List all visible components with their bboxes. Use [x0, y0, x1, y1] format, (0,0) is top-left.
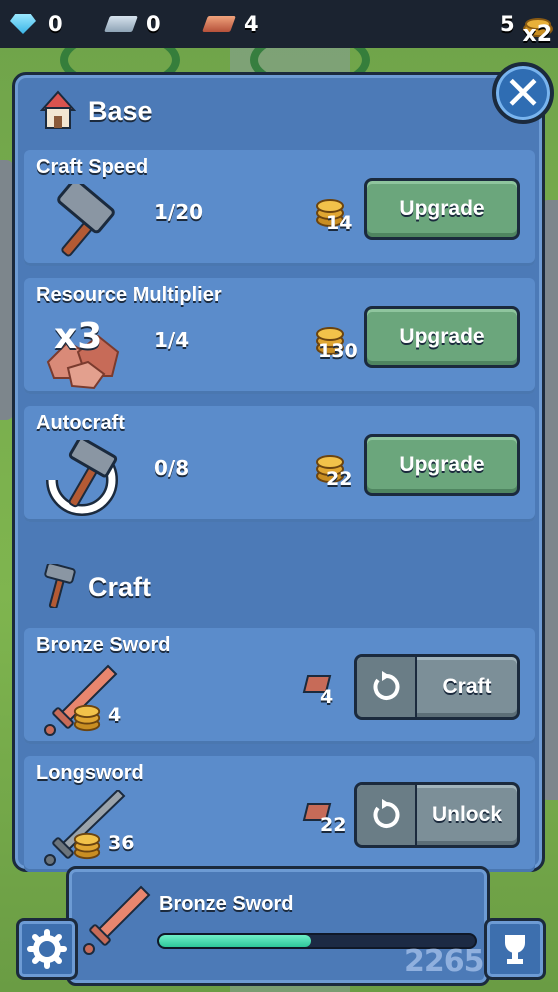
upgrade-name: Autocraft [36, 412, 125, 434]
item-name: Bronze Sword [36, 634, 171, 656]
upgrade-level: 0/8 [154, 456, 190, 480]
resource-bar: 0 0 4 5 x2 [0, 0, 558, 48]
craft-item-longsword: Longsword 36 22 Unlock [24, 756, 535, 872]
craft-progress-fill [159, 935, 311, 947]
upgrade-name: Craft Speed [36, 156, 149, 178]
unlock-button-label: Unlock [431, 803, 502, 826]
upgrade-button[interactable]: Upgrade [364, 434, 520, 496]
upgrade-cost: 22 [326, 468, 353, 490]
current-craft-name: Bronze Sword [159, 893, 294, 915]
upgrade-cost: 130 [318, 340, 358, 362]
hammer-icon [57, 184, 115, 257]
upgrade-card-craft-speed: Craft Speed 1/20 14 Upgrade [24, 150, 535, 266]
copper-counter: 4 [202, 9, 259, 39]
craft-item-bronze-sword: Bronze Sword 4 4 Craft [24, 628, 535, 744]
item-value: 36 [108, 832, 135, 854]
bronze-sword-icon [83, 885, 151, 955]
item-name: Longsword [36, 762, 144, 784]
gem-count: 0 [48, 12, 63, 36]
gem-icon [8, 9, 38, 39]
ore-cost: 22 [320, 814, 347, 836]
copper-ingot-icon [202, 9, 236, 39]
iron-ingot-icon [104, 9, 138, 39]
item-value: 4 [108, 704, 122, 726]
upgrade-button[interactable]: Upgrade [364, 178, 520, 240]
craft-button-label: Craft [442, 675, 492, 698]
close-button[interactable]: ✕ [492, 62, 554, 124]
refresh-icon [357, 785, 417, 845]
watermark: 2265 [404, 944, 484, 979]
upgrade-name: Resource Multiplier [36, 284, 222, 306]
hammer-icon [44, 564, 76, 608]
coin-stack-icon [73, 704, 101, 732]
trophy-icon [505, 935, 525, 964]
refresh-icon [357, 657, 417, 717]
upgrade-level: 1/20 [154, 200, 204, 224]
upgrade-level: 1/4 [154, 328, 190, 352]
multiplier-label: x3 [54, 316, 103, 357]
craft-button[interactable]: Craft [354, 654, 520, 720]
coin-count: 5 [500, 12, 515, 36]
autocraft-icon [46, 440, 118, 516]
gear-icon [27, 929, 67, 969]
upgrade-card-autocraft: Autocraft 0/8 22 Upgrade [24, 406, 535, 522]
ore-cost: 4 [320, 686, 334, 708]
close-icon: ✕ [503, 66, 543, 120]
upgrade-button[interactable]: Upgrade [364, 306, 520, 368]
craft-section-title: Craft [88, 572, 152, 602]
trophy-button[interactable] [484, 918, 546, 980]
coin-stack-icon [73, 832, 101, 860]
iron-counter: 0 [104, 9, 161, 39]
gem-counter: 0 [8, 9, 63, 39]
iron-count: 0 [146, 12, 161, 36]
upgrade-card-resource-multiplier: Resource Multiplier x3 1/4 130 Upgrade [24, 278, 535, 394]
house-icon [40, 90, 76, 129]
copper-count: 4 [244, 12, 259, 36]
settings-button[interactable] [16, 918, 78, 980]
base-section-title: Base [88, 96, 153, 126]
upgrade-cost: 14 [326, 212, 353, 234]
coin-multiplier: x2 [522, 22, 553, 47]
unlock-button[interactable]: Unlock [354, 782, 520, 848]
